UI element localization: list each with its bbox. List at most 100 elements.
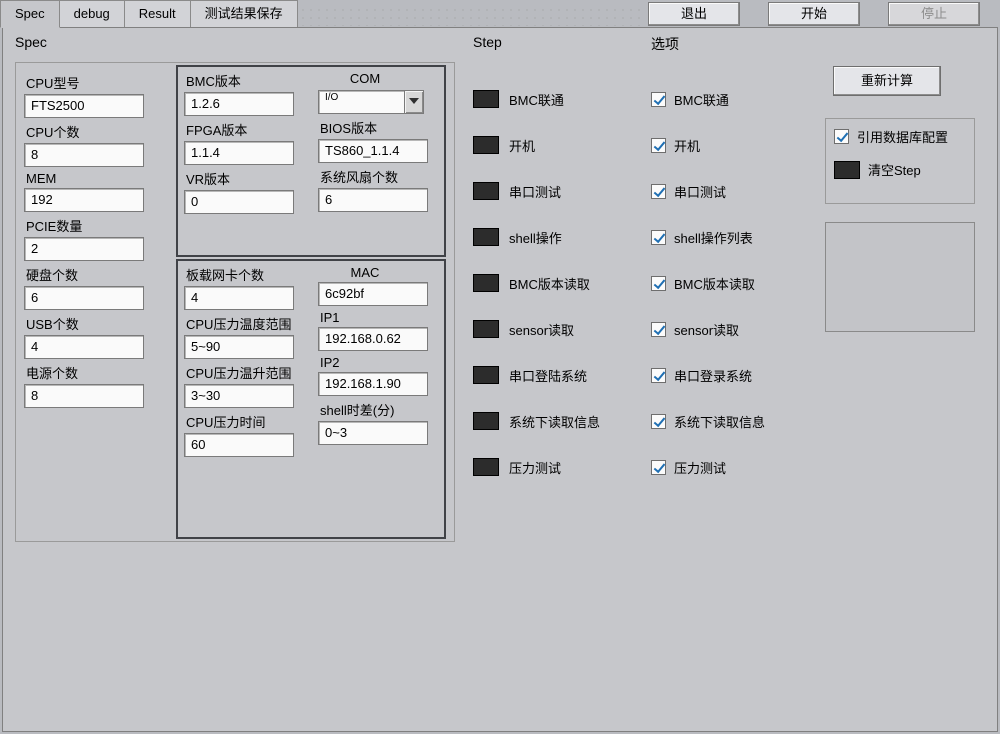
- mem-field[interactable]: 192: [24, 188, 144, 212]
- step-label: shell操作: [509, 228, 562, 247]
- ip2-field[interactable]: 192.168.1.90: [318, 372, 428, 396]
- ip1-field[interactable]: 192.168.0.62: [318, 327, 428, 351]
- opt-shell-op[interactable]: shell操作列表: [651, 214, 811, 260]
- shell-time-diff-field[interactable]: 0~3: [318, 421, 428, 445]
- checkbox-icon[interactable]: [651, 368, 666, 383]
- spec-box-b: 板载网卡个数 4 CPU压力温度范围 5~90 CPU压力温升范围 3~30 C…: [176, 259, 446, 539]
- spec-title: Spec: [15, 34, 47, 50]
- com-label: COM: [320, 71, 410, 86]
- step-label: 系统下读取信息: [509, 412, 600, 431]
- nic-count-field[interactable]: 4: [184, 286, 294, 310]
- usb-field[interactable]: 4: [24, 335, 144, 359]
- step-label: 串口登陆系统: [509, 366, 587, 385]
- exit-button[interactable]: 退出: [648, 2, 740, 26]
- step-label: BMC版本读取: [509, 274, 590, 293]
- recalc-button[interactable]: 重新计算: [833, 66, 941, 96]
- panel-headers: Spec Step 选项: [3, 28, 997, 60]
- tab-label: 测试结果保存: [205, 6, 283, 21]
- opt-bmc-read[interactable]: BMC版本读取: [651, 260, 811, 306]
- step-label: 开机: [509, 136, 535, 155]
- clear-step-row[interactable]: 清空Step: [834, 160, 966, 179]
- step-label: 压力测试: [509, 458, 561, 477]
- shell-time-diff-label: shell时差(分): [320, 400, 448, 419]
- pcie-label: PCIE数量: [26, 216, 166, 235]
- checkbox-icon[interactable]: [651, 414, 666, 429]
- cpu-temp-range-label: CPU压力温度范围: [186, 314, 314, 333]
- status-lamp-icon: [834, 161, 860, 179]
- fan-count-field[interactable]: 6: [318, 188, 428, 212]
- cpu-stress-time-field[interactable]: 60: [184, 433, 294, 457]
- tab-spec[interactable]: Spec: [0, 0, 60, 28]
- status-lamp-icon: [473, 458, 499, 476]
- step-shell-op: shell操作: [473, 214, 633, 260]
- status-lamp-icon: [473, 274, 499, 292]
- button-label: 开始: [801, 6, 827, 21]
- opt-stress-test[interactable]: 压力测试: [651, 444, 811, 490]
- opt-poweron[interactable]: 开机: [651, 122, 811, 168]
- bios-version-field[interactable]: TS860_1.1.4: [318, 139, 428, 163]
- option-label: 串口登录系统: [674, 366, 752, 385]
- step-label: BMC联通: [509, 90, 564, 109]
- vr-version-field[interactable]: 0: [184, 190, 294, 214]
- step-label: sensor读取: [509, 320, 574, 339]
- step-stress-test: 压力测试: [473, 444, 633, 490]
- mac-label: MAC: [320, 265, 410, 280]
- tab-save[interactable]: 测试结果保存: [190, 0, 298, 28]
- options-column: BMC联通 开机 串口测试 shell操作列表 BMC版本读取 sensor读取…: [651, 76, 811, 490]
- mac-field[interactable]: 6c92bf: [318, 282, 428, 306]
- opt-sensor-read[interactable]: sensor读取: [651, 306, 811, 352]
- dropdown-arrow-icon[interactable]: [404, 90, 424, 114]
- power-label: 电源个数: [26, 363, 166, 382]
- step-poweron: 开机: [473, 122, 633, 168]
- checkbox-icon[interactable]: [834, 129, 849, 144]
- main-panel: Spec Step 选项 CPU型号 FTS2500 CPU个数 8 MEM 1…: [2, 27, 998, 732]
- button-label: 重新计算: [861, 73, 913, 88]
- checkbox-icon[interactable]: [651, 460, 666, 475]
- tab-result[interactable]: Result: [124, 0, 191, 28]
- step-sensor-read: sensor读取: [473, 306, 633, 352]
- cpu-temp-rise-field[interactable]: 3~30: [184, 384, 294, 408]
- nic-count-label: 板载网卡个数: [186, 265, 314, 284]
- checkbox-icon[interactable]: [651, 230, 666, 245]
- button-label: 停止: [921, 6, 947, 21]
- fpga-version-label: FPGA版本: [186, 120, 314, 139]
- com-combo[interactable]: I/O: [318, 90, 424, 114]
- pcie-field[interactable]: 2: [24, 237, 144, 261]
- tab-debug[interactable]: debug: [59, 0, 125, 28]
- step-serial-login: 串口登陆系统: [473, 352, 633, 398]
- cpu-temp-range-field[interactable]: 5~90: [184, 335, 294, 359]
- option-label: BMC联通: [674, 90, 729, 109]
- cpu-model-field[interactable]: FTS2500: [24, 94, 144, 118]
- use-db-checkbox[interactable]: 引用数据库配置: [834, 127, 966, 146]
- bmc-version-field[interactable]: 1.2.6: [184, 92, 294, 116]
- bmc-version-label: BMC版本: [186, 71, 314, 90]
- opt-serial-test[interactable]: 串口测试: [651, 168, 811, 214]
- checkbox-icon[interactable]: [651, 92, 666, 107]
- option-label: 系统下读取信息: [674, 412, 765, 431]
- use-db-label: 引用数据库配置: [857, 127, 948, 146]
- option-label: 压力测试: [674, 458, 726, 477]
- status-lamp-icon: [473, 182, 499, 200]
- start-button[interactable]: 开始: [768, 2, 860, 26]
- checkbox-icon[interactable]: [651, 322, 666, 337]
- clear-step-label: 清空Step: [868, 160, 921, 179]
- bios-version-label: BIOS版本: [320, 118, 448, 137]
- opt-bmc-connect[interactable]: BMC联通: [651, 76, 811, 122]
- options-title: 选项: [651, 34, 679, 54]
- fpga-version-field[interactable]: 1.1.4: [184, 141, 294, 165]
- stop-button: 停止: [888, 2, 980, 26]
- checkbox-icon[interactable]: [651, 184, 666, 199]
- cpu-temp-rise-label: CPU压力温升范围: [186, 363, 314, 382]
- step-column: BMC联通 开机 串口测试 shell操作 BMC版本读取 sensor读取 串…: [473, 76, 633, 490]
- hdd-field[interactable]: 6: [24, 286, 144, 310]
- opt-sys-read[interactable]: 系统下读取信息: [651, 398, 811, 444]
- status-lamp-icon: [473, 228, 499, 246]
- mem-label: MEM: [26, 171, 166, 186]
- power-field[interactable]: 8: [24, 384, 144, 408]
- status-lamp-icon: [473, 366, 499, 384]
- checkbox-icon[interactable]: [651, 138, 666, 153]
- opt-serial-login[interactable]: 串口登录系统: [651, 352, 811, 398]
- cpu-count-field[interactable]: 8: [24, 143, 144, 167]
- fan-count-label: 系统风扇个数: [320, 167, 448, 186]
- checkbox-icon[interactable]: [651, 276, 666, 291]
